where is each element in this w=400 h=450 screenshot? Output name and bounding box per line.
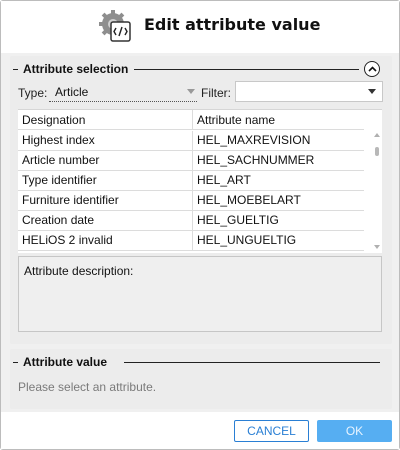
scroll-up-icon[interactable] <box>374 133 380 137</box>
attribute-name-cell: HEL_MAXREVISION <box>197 133 311 147</box>
attribute-value-group: Attribute value Please select an attribu… <box>10 349 392 409</box>
designation-cell: Article number <box>18 151 193 170</box>
gear-code-icon <box>99 10 131 42</box>
table-body: Highest index HEL_MAXREVISION Article nu… <box>18 131 364 251</box>
edit-attribute-dialog: Edit attribute value Attribute selection… <box>0 0 400 450</box>
type-dropdown[interactable]: Article <box>49 82 197 102</box>
attribute-selection-title: Attribute selection <box>23 62 129 76</box>
designation-cell: Type identifier <box>18 171 193 190</box>
designation-cell: Highest index <box>18 131 193 150</box>
column-header-attribute-name[interactable]: Attribute name <box>193 110 364 130</box>
table-row[interactable]: Type identifier HEL_ART <box>18 171 364 191</box>
scroll-down-icon[interactable] <box>374 245 380 249</box>
table-row[interactable]: Creation date HEL_GUELTIG <box>18 211 364 231</box>
attribute-value-legend: Attribute value <box>13 355 107 369</box>
collapse-button[interactable] <box>364 61 380 77</box>
cancel-button[interactable]: CANCEL <box>234 420 309 442</box>
designation-cell: HELiOS 2 invalid <box>18 231 193 250</box>
type-dropdown-value: Article <box>55 85 89 99</box>
attribute-value-title: Attribute value <box>23 355 108 369</box>
attribute-name-cell: HEL_UNGUELTIG <box>197 233 297 247</box>
scrollbar-thumb[interactable] <box>375 147 379 156</box>
table-header: Designation Attribute name <box>18 110 364 130</box>
attribute-selection-group: Attribute selection Type: Article Filter… <box>10 56 392 344</box>
type-label: Type: <box>18 86 48 100</box>
attribute-value-hint: Please select an attribute. <box>18 380 157 394</box>
dialog-header: Edit attribute value <box>1 1 399 53</box>
column-header-designation[interactable]: Designation <box>18 110 193 130</box>
attribute-selection-legend: Attribute selection <box>13 62 128 76</box>
attribute-table: Designation Attribute name Highest index… <box>18 109 382 253</box>
ok-button[interactable]: OK <box>317 420 392 442</box>
filter-dropdown[interactable] <box>235 81 383 102</box>
dialog-title: Edit attribute value <box>144 15 321 34</box>
legend-divider <box>124 362 380 363</box>
chevron-down-icon <box>187 89 195 94</box>
table-row[interactable]: Furniture identifier HEL_MOEBELART <box>18 191 364 211</box>
chevron-up-icon <box>367 66 377 72</box>
attribute-description-label: Attribute description: <box>24 264 134 278</box>
table-row[interactable]: Highest index HEL_MAXREVISION <box>18 131 364 151</box>
attribute-name-cell: HEL_SACHNUMMER <box>197 153 315 167</box>
table-scrollbar[interactable] <box>373 129 382 253</box>
attribute-name-cell: HEL_ART <box>197 173 251 187</box>
table-row[interactable]: HELiOS 2 invalid HEL_UNGUELTIG <box>18 231 364 251</box>
legend-dash <box>13 361 18 363</box>
table-row[interactable]: Article number HEL_SACHNUMMER <box>18 151 364 171</box>
designation-cell: Furniture identifier <box>18 191 193 210</box>
attribute-description-box: Attribute description: <box>18 256 382 332</box>
chevron-down-icon <box>368 89 376 94</box>
attribute-name-cell: HEL_GUELTIG <box>197 213 279 227</box>
dialog-footer: CANCEL OK <box>1 412 399 449</box>
legend-dash <box>13 68 18 70</box>
legend-divider <box>134 69 359 70</box>
filter-label: Filter: <box>201 86 231 100</box>
designation-cell: Creation date <box>18 211 193 230</box>
attribute-name-cell: HEL_MOEBELART <box>197 193 301 207</box>
